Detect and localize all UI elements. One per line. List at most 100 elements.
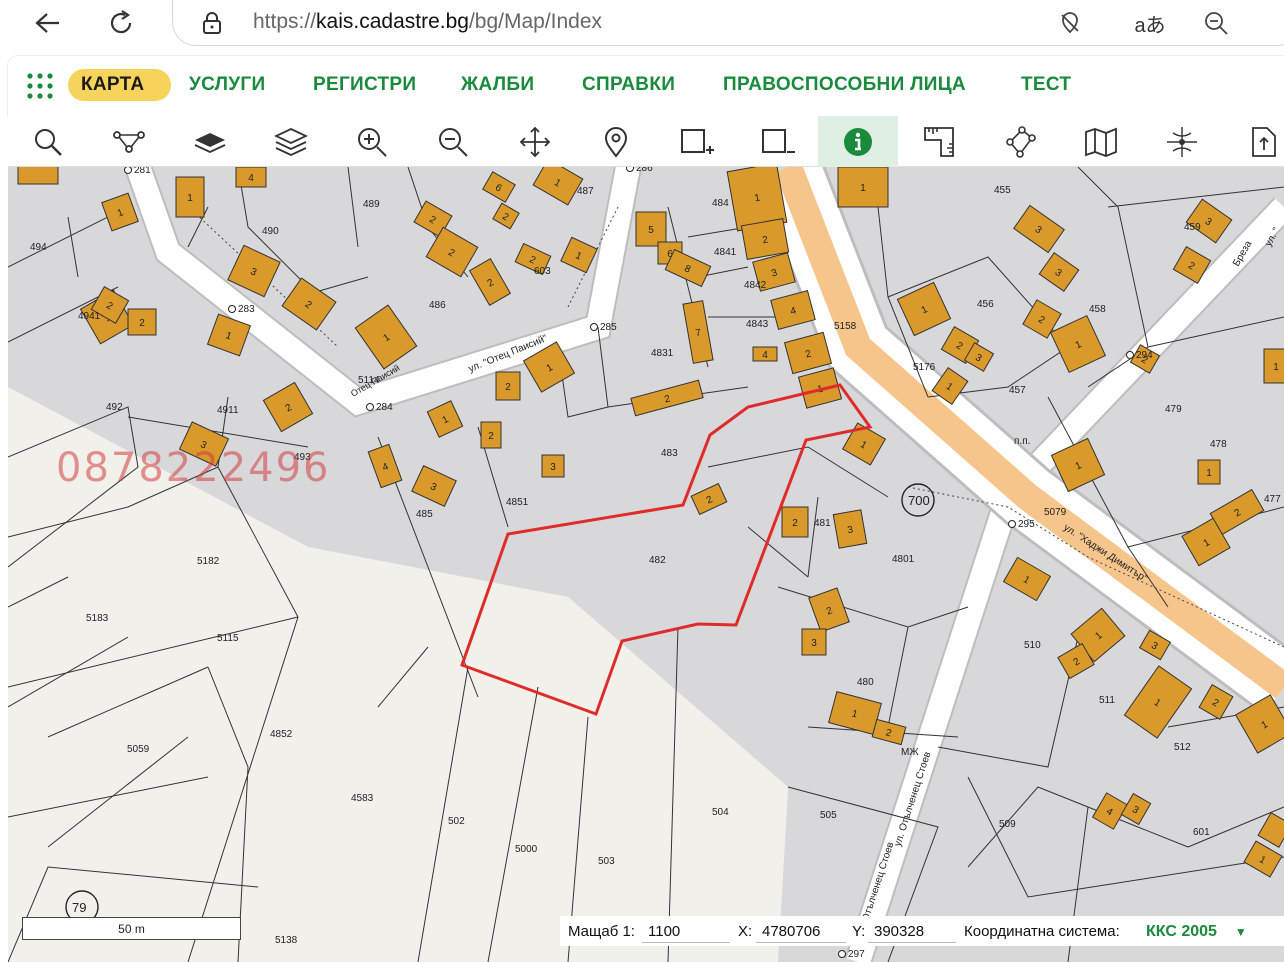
parcel-number-label: 502 — [448, 816, 465, 827]
point-label: 281 — [134, 167, 151, 176]
building-floor-count: 2 — [792, 518, 798, 529]
coordinates-icon[interactable] — [1142, 116, 1222, 167]
cadastral-map[interactable]: 1143212226211256123421874112133321232111… — [8, 167, 1284, 962]
parcel-number-label: 4851 — [506, 497, 529, 508]
building-floor-count: 3 — [811, 638, 817, 649]
building-footprint[interactable]: 2 — [495, 371, 521, 401]
measure-icon[interactable] — [899, 116, 979, 167]
building-footprint[interactable]: 5 — [635, 211, 667, 247]
url-text[interactable]: https://kais.cadastre.bg/bg/Map/Index — [253, 10, 602, 34]
building-floor-count: 3 — [550, 462, 556, 473]
building-footprint[interactable]: 1 — [1263, 348, 1284, 384]
nav-item-map[interactable]: КАРТА — [81, 74, 144, 96]
export-icon[interactable] — [1223, 116, 1284, 167]
app-navigation: КАРТА УСЛУГИ РЕГИСТРИ ЖАЛБИ СПРАВКИ ПРАВ… — [8, 56, 1284, 116]
parcel-number-label: 483 — [661, 448, 678, 459]
building-footprint[interactable]: 1 — [175, 176, 205, 218]
url-prefix: https:// — [253, 10, 317, 33]
chevron-down-icon[interactable]: ▼ — [1235, 925, 1247, 939]
parcel-number-label: 603 — [534, 266, 551, 277]
phone-watermark: 0878222496 — [56, 445, 331, 491]
parcel-number-label: 4801 — [892, 554, 915, 565]
scale-value[interactable]: 1100 — [642, 919, 730, 943]
nav-item-registers[interactable]: РЕГИСТРИ — [313, 74, 416, 96]
building-footprint[interactable]: 1 — [837, 167, 889, 208]
translate-icon[interactable]: aあ — [1133, 6, 1167, 40]
point-label: 286 — [636, 167, 653, 174]
scale-bar: 50 m — [22, 917, 241, 940]
search-icon[interactable] — [8, 116, 88, 167]
building-footprint[interactable]: 1 — [1197, 459, 1221, 485]
reload-icon[interactable] — [104, 6, 138, 40]
building-footprint[interactable]: 2 — [480, 421, 502, 449]
survey-point-marker: п.п. — [1014, 436, 1030, 447]
back-icon[interactable] — [30, 6, 64, 40]
crs-value: ККС 2005 — [1146, 923, 1217, 940]
lock-icon[interactable] — [195, 6, 229, 40]
layer-icon[interactable] — [170, 116, 250, 167]
building-floor-count: 1 — [860, 183, 866, 194]
zoom-out-tool-icon[interactable] — [413, 116, 493, 167]
location-pin-icon[interactable] — [576, 116, 656, 167]
parcel-number-label: 505 — [820, 810, 837, 821]
address-bar[interactable]: https://kais.cadastre.bg/bg/Map/Index aあ — [172, 0, 1284, 46]
building-footprint[interactable]: 2 — [740, 218, 790, 260]
parcel-number-label: 477 — [1264, 494, 1281, 505]
nav-item-complaints[interactable]: ЖАЛБИ — [461, 74, 534, 96]
parcel-number-label: 4842 — [744, 280, 767, 291]
survey-point-marker: МЖ — [901, 747, 919, 758]
parcel-number-label: 4852 — [270, 729, 293, 740]
crs-label: Координатна система: — [964, 923, 1120, 940]
parcel-number-label: 511 — [1099, 695, 1115, 706]
building-footprint[interactable]: 2 — [781, 506, 809, 538]
pan-icon[interactable] — [495, 116, 575, 167]
point-label: 283 — [238, 304, 255, 315]
parcel-number-label: 5138 — [275, 935, 298, 946]
building-floor-count: 1 — [1206, 468, 1212, 479]
parcel-number-label: 512 — [1174, 742, 1191, 753]
point-label: 295 — [1018, 519, 1035, 530]
building-footprint[interactable]: 4 — [752, 346, 778, 362]
tracking-prevention-icon[interactable] — [1053, 6, 1087, 40]
parcel-number-label: 458 — [1089, 304, 1106, 315]
parcel-number-label: 487 — [577, 186, 594, 197]
nav-item-test[interactable]: ТЕСТ — [1021, 74, 1071, 96]
building-footprint[interactable]: 2 — [127, 308, 157, 336]
parcel-number-label: 485 — [416, 509, 433, 520]
nav-item-services[interactable]: УСЛУГИ — [189, 74, 265, 96]
building-floor-count: 2 — [488, 431, 494, 442]
building-footprint[interactable]: 3 — [832, 509, 868, 549]
point-label: п.п. — [1014, 436, 1030, 447]
building-footprint[interactable]: 4 — [235, 167, 267, 188]
building-footprint[interactable]: 3 — [801, 628, 827, 656]
apps-grid-icon[interactable] — [26, 72, 54, 100]
polygon-icon[interactable] — [980, 116, 1060, 167]
add-area-icon[interactable] — [657, 116, 737, 167]
zoom-out-icon[interactable] — [1199, 6, 1233, 40]
map-book-icon[interactable] — [1061, 116, 1141, 167]
parcel-number-label: 5000 — [515, 844, 538, 855]
zoom-in-icon[interactable] — [332, 116, 412, 167]
building-floor-count: 1 — [1273, 362, 1279, 373]
crs-select[interactable]: ККС 2005 ▼ — [1146, 923, 1247, 941]
parcel-number-label: 5079 — [1044, 507, 1067, 518]
map-canvas[interactable]: 1143212226211256123421874112133321232111… — [8, 167, 1284, 962]
remove-area-icon[interactable] — [738, 116, 818, 167]
parcel-number-label: 5183 — [86, 613, 109, 624]
building-footprint[interactable] — [17, 167, 59, 185]
building-floor-count: 2 — [139, 318, 145, 329]
parcel-number-label: 490 — [262, 226, 279, 237]
building-floor-count: 5 — [648, 225, 654, 236]
route-icon[interactable] — [89, 116, 169, 167]
parcel-number-label: 4911 — [217, 405, 239, 416]
nav-item-licensed-persons[interactable]: ПРАВОСПОСОБНИ ЛИЦА — [723, 74, 966, 96]
parcel-number-label: 456 — [977, 299, 994, 310]
nav-item-references[interactable]: СПРАВКИ — [582, 74, 675, 96]
parcel-number-label: 5115 — [217, 633, 239, 644]
info-icon[interactable] — [818, 116, 898, 167]
parcel-number-label: 510 — [1024, 640, 1041, 651]
layers-stack-icon[interactable] — [251, 116, 331, 167]
building-footprint[interactable]: 3 — [541, 454, 565, 478]
parcel-number-label: 481 — [814, 518, 831, 529]
scale-label: Мащаб 1: — [568, 923, 635, 940]
